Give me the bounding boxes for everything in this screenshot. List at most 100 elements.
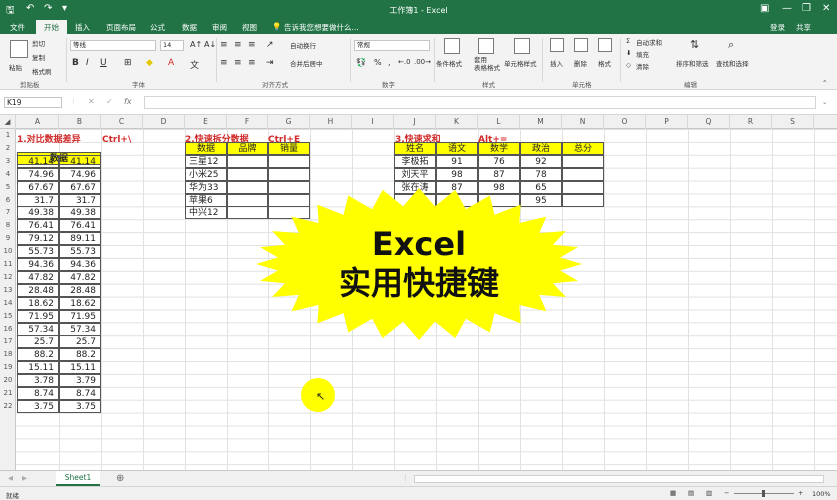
section3-header[interactable]: 总分 bbox=[562, 141, 604, 155]
formula-input[interactable] bbox=[144, 96, 816, 109]
cell-a5[interactable]: 67.67 bbox=[17, 180, 59, 194]
column-header-q[interactable]: Q bbox=[688, 115, 730, 129]
currency-icon[interactable]: 💱 bbox=[356, 58, 366, 67]
cell-a7[interactable]: 49.38 bbox=[17, 206, 59, 220]
cell-b14[interactable]: 18.62 bbox=[59, 296, 101, 310]
merge-center-button[interactable]: 合并后居中 bbox=[290, 58, 323, 68]
section2-sales-cell[interactable] bbox=[268, 154, 310, 168]
row-header-20[interactable]: 20 bbox=[0, 374, 16, 387]
fill-button[interactable]: 填充 bbox=[636, 49, 649, 59]
section3-name-cell[interactable]: 刘天平 bbox=[394, 167, 436, 181]
enter-icon[interactable]: ✓ bbox=[106, 97, 113, 106]
zoom-in-icon[interactable]: + bbox=[798, 489, 803, 497]
align-top-icon[interactable]: ≡ bbox=[220, 40, 228, 50]
minimize-icon[interactable]: — bbox=[782, 3, 792, 14]
row-header-3[interactable]: 3 bbox=[0, 155, 16, 168]
row-header-7[interactable]: 7 bbox=[0, 206, 16, 219]
section2-brand-cell[interactable] bbox=[227, 154, 268, 168]
zoom-out-icon[interactable]: − bbox=[724, 489, 729, 497]
cell-styles-icon[interactable] bbox=[514, 38, 530, 54]
sort-filter-icon[interactable]: ⇅ bbox=[690, 38, 699, 51]
insert-cells-icon[interactable] bbox=[550, 38, 564, 52]
bold-icon[interactable]: B bbox=[72, 58, 79, 68]
clear-button[interactable]: 清除 bbox=[636, 61, 649, 71]
zoom-level[interactable]: 100% bbox=[812, 490, 831, 498]
name-box-dropdown-icon[interactable]: ⋮ bbox=[70, 97, 77, 105]
format-cells-icon[interactable] bbox=[598, 38, 612, 52]
row-header-11[interactable]: 11 bbox=[0, 258, 16, 271]
cell-b3[interactable]: 41.14 bbox=[59, 154, 101, 168]
section2-data-cell[interactable]: 华为33 bbox=[185, 180, 227, 194]
row-header-13[interactable]: 13 bbox=[0, 284, 16, 297]
cell-a19[interactable]: 15.11 bbox=[17, 361, 59, 375]
cell-b20[interactable]: 3.79 bbox=[59, 374, 101, 388]
section3-score-cell[interactable] bbox=[562, 167, 604, 181]
column-header-p[interactable]: P bbox=[646, 115, 688, 129]
row-header-15[interactable]: 15 bbox=[0, 310, 16, 323]
tab-data[interactable]: 数据 bbox=[182, 22, 197, 33]
cell-b8[interactable]: 76.41 bbox=[59, 219, 101, 233]
cell-b18[interactable]: 88.2 bbox=[59, 348, 101, 362]
section3-score-cell[interactable]: 76 bbox=[478, 154, 520, 168]
fill-color-icon[interactable]: ◆ bbox=[146, 58, 153, 68]
new-sheet-icon[interactable]: ⊕ bbox=[116, 473, 124, 484]
find-select-icon[interactable]: ⌕ bbox=[728, 38, 734, 52]
delete-cells-icon[interactable] bbox=[574, 38, 588, 52]
section3-score-cell[interactable]: 92 bbox=[520, 154, 562, 168]
decrease-decimal-icon[interactable]: .00→ bbox=[414, 58, 431, 66]
column-header-b[interactable]: B bbox=[59, 115, 101, 129]
split-icon[interactable]: ⋮ bbox=[402, 474, 409, 482]
row-header-21[interactable]: 21 bbox=[0, 387, 16, 400]
number-format-select[interactable]: 常规 bbox=[354, 40, 430, 51]
section3-header[interactable]: 姓名 bbox=[394, 141, 436, 155]
column-header-g[interactable]: G bbox=[268, 115, 310, 129]
section2-header[interactable]: 数据 bbox=[185, 141, 227, 155]
cell-a14[interactable]: 18.62 bbox=[17, 296, 59, 310]
cell-b4[interactable]: 74.96 bbox=[59, 167, 101, 181]
align-bottom-icon[interactable]: ≡ bbox=[248, 40, 256, 50]
cell-a10[interactable]: 55.73 bbox=[17, 245, 59, 259]
row-header-8[interactable]: 8 bbox=[0, 219, 16, 232]
grow-font-icon[interactable]: A↑ bbox=[190, 40, 202, 49]
column-header-o[interactable]: O bbox=[604, 115, 646, 129]
maximize-icon[interactable]: ❐ bbox=[802, 3, 811, 14]
column-header-c[interactable]: C bbox=[101, 115, 143, 129]
page-break-view-icon[interactable]: ▥ bbox=[706, 489, 712, 497]
cell-b22[interactable]: 3.75 bbox=[59, 399, 101, 413]
section2-data-cell[interactable]: 三星12 bbox=[185, 154, 227, 168]
align-right-icon[interactable]: ≡ bbox=[248, 58, 256, 68]
column-header-i[interactable]: I bbox=[352, 115, 394, 129]
cell-b16[interactable]: 57.34 bbox=[59, 322, 101, 336]
cell-a16[interactable]: 57.34 bbox=[17, 322, 59, 336]
cell-b13[interactable]: 28.48 bbox=[59, 283, 101, 297]
row-header-17[interactable]: 17 bbox=[0, 335, 16, 348]
section2-header[interactable]: 销量 bbox=[268, 141, 310, 155]
format-table-button[interactable]: 套用 表格格式 bbox=[474, 56, 500, 72]
section3-score-cell[interactable]: 87 bbox=[478, 167, 520, 181]
cell-a6[interactable]: 31.7 bbox=[17, 193, 59, 207]
tab-file[interactable]: 文件 bbox=[10, 22, 25, 33]
cell-b9[interactable]: 89.11 bbox=[59, 232, 101, 246]
cell-b10[interactable]: 55.73 bbox=[59, 245, 101, 259]
format-cells-button[interactable]: 格式 bbox=[598, 58, 611, 68]
cell-b12[interactable]: 47.82 bbox=[59, 270, 101, 284]
cell-a21[interactable]: 8.74 bbox=[17, 387, 59, 400]
cell-b21[interactable]: 8.74 bbox=[59, 387, 101, 400]
scroll-left-icon[interactable]: ◀ bbox=[8, 474, 13, 482]
sign-in-link[interactable]: 登录 bbox=[770, 22, 785, 33]
font-color-icon[interactable]: A bbox=[168, 58, 174, 68]
cell-a20[interactable]: 3.78 bbox=[17, 374, 59, 388]
sheet-tab-sheet1[interactable]: Sheet1 bbox=[56, 471, 100, 486]
share-button[interactable]: 共享 bbox=[796, 22, 811, 33]
cut-button[interactable]: 剪切 bbox=[32, 38, 45, 48]
find-select-button[interactable]: 查找和选择 bbox=[716, 58, 749, 68]
name-box[interactable]: K19 bbox=[4, 97, 62, 108]
column-header-f[interactable]: F bbox=[227, 115, 268, 129]
indent-icon[interactable]: ⇥ bbox=[266, 58, 274, 68]
close-icon[interactable]: ✕ bbox=[822, 3, 830, 14]
cell-b17[interactable]: 25.7 bbox=[59, 335, 101, 349]
column-header-h[interactable]: H bbox=[310, 115, 352, 129]
cell-a3[interactable]: 41.14 bbox=[17, 154, 59, 168]
cell-b15[interactable]: 71.95 bbox=[59, 309, 101, 323]
comma-icon[interactable]: , bbox=[388, 58, 391, 67]
